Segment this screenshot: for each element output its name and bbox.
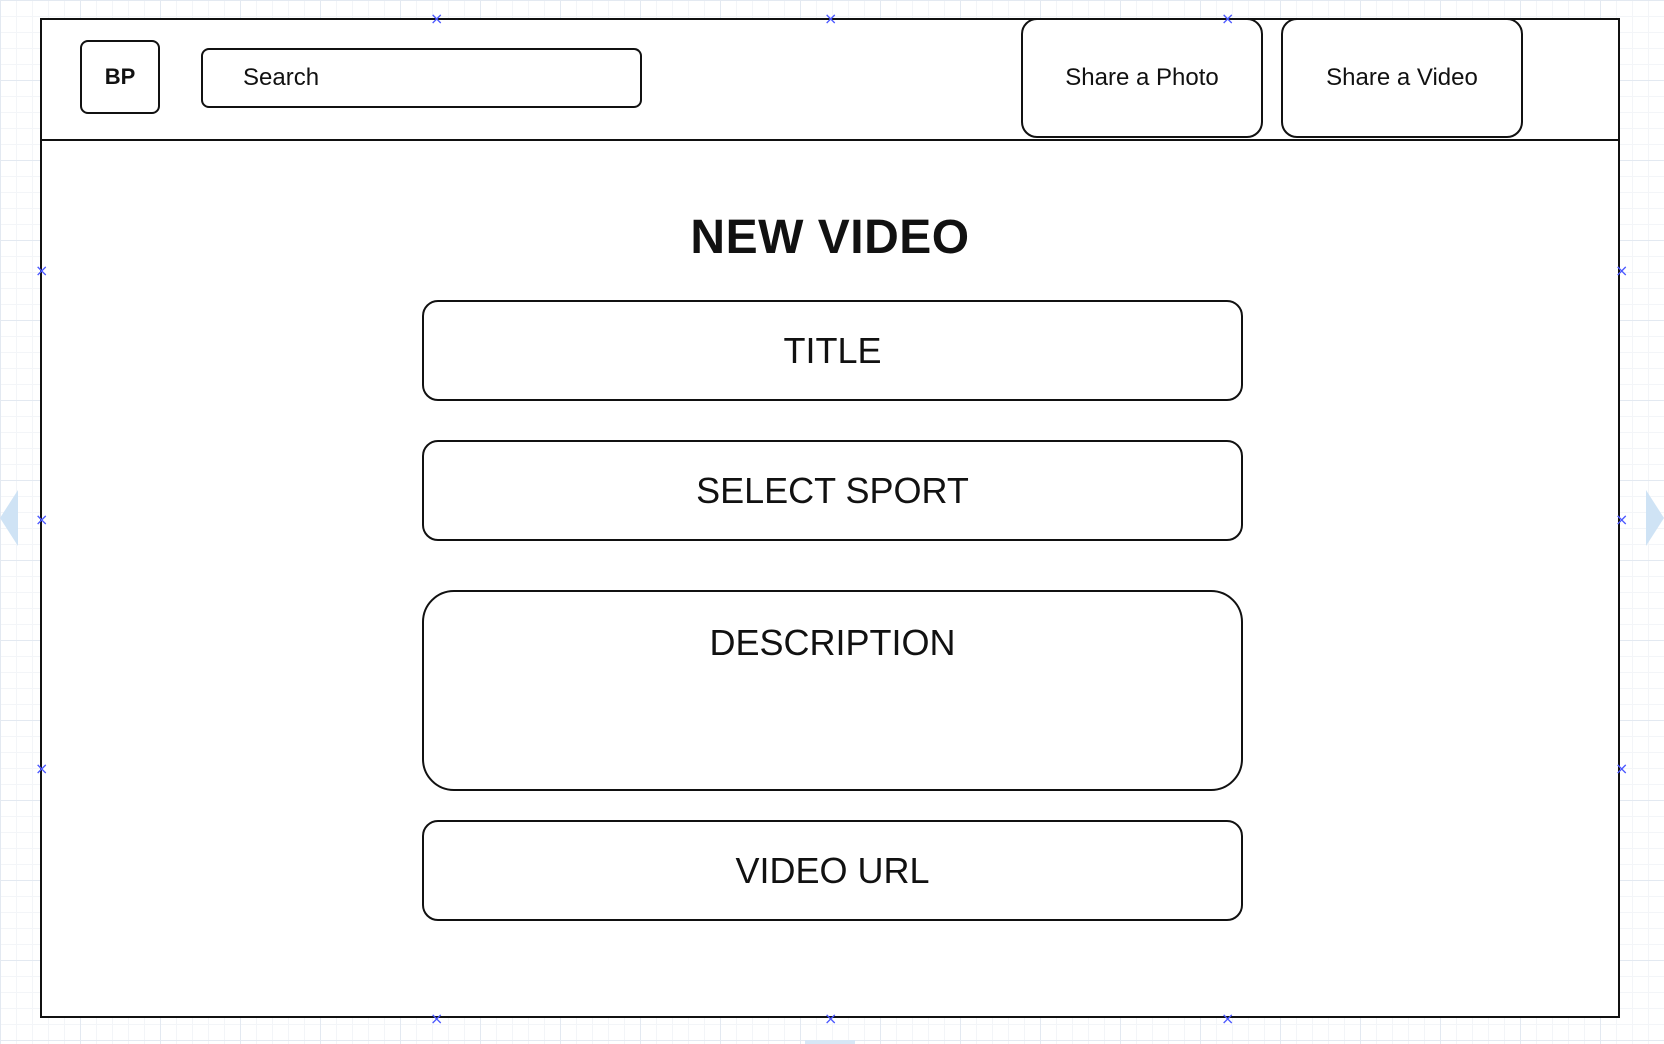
share-video-button[interactable]: Share a Video <box>1281 18 1523 138</box>
description-label: DESCRIPTION <box>709 622 956 663</box>
main-content: NEW VIDEO TITLE SELECT SPORT DESCRIPTION… <box>42 141 1618 1016</box>
canvas-left-arrow <box>0 490 18 546</box>
header-bar: BP Search Share a Photo Share a Video <box>42 18 1618 141</box>
share-photo-button[interactable]: Share a Photo <box>1021 18 1263 138</box>
page-title: NEW VIDEO <box>690 211 970 264</box>
search-placeholder: Search <box>243 64 320 91</box>
video-url-label: VIDEO URL <box>735 849 930 891</box>
search-input[interactable]: Search <box>201 48 642 108</box>
description-field[interactable]: DESCRIPTION <box>422 590 1243 791</box>
share-video-label: Share a Video <box>1326 64 1478 91</box>
canvas-right-arrow <box>1646 490 1664 546</box>
select-sport-label: SELECT SPORT <box>696 469 969 511</box>
share-photo-label: Share a Photo <box>1065 64 1219 91</box>
video-url-field[interactable]: VIDEO URL <box>422 820 1243 921</box>
canvas-bottom-handle <box>805 1040 855 1044</box>
wireframe-container: BP Search Share a Photo Share a Video NE… <box>40 18 1620 1018</box>
title-field[interactable]: TITLE <box>422 300 1243 401</box>
logo-button[interactable]: BP <box>80 40 160 114</box>
select-sport-field[interactable]: SELECT SPORT <box>422 440 1243 541</box>
title-field-label: TITLE <box>783 329 882 371</box>
logo-text: BP <box>104 64 136 89</box>
